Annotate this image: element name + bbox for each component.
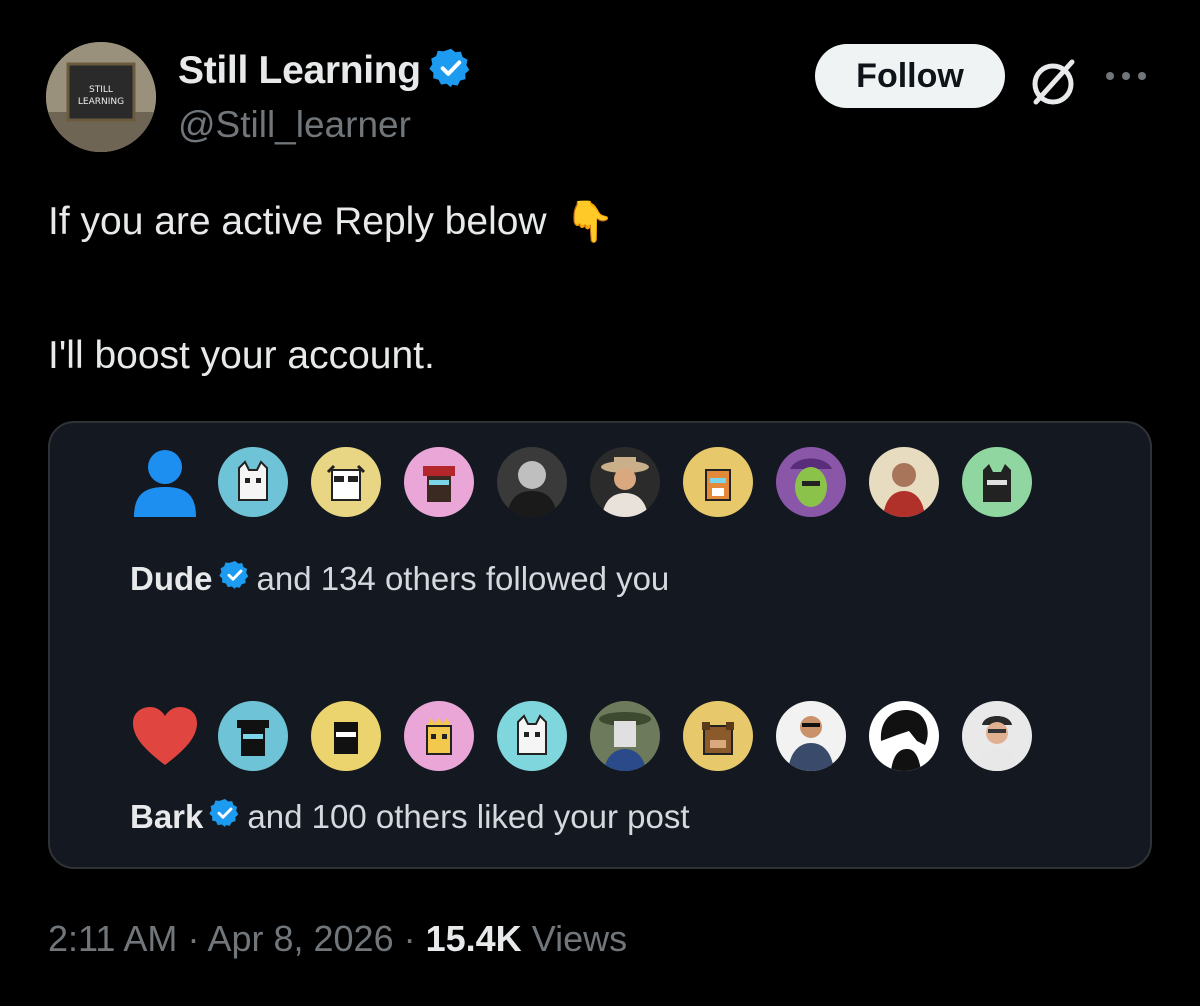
person-icon (128, 445, 202, 519)
views-count[interactable]: 15.4K (426, 918, 522, 959)
verified-badge-icon (429, 46, 473, 95)
more-options-icon[interactable] (1100, 66, 1152, 86)
follower-avatar (404, 447, 474, 517)
meta-separator: · (403, 918, 426, 959)
liker-avatars-row (128, 699, 1055, 773)
liker-avatar (497, 701, 567, 771)
liker-avatar (590, 701, 660, 771)
liker-avatar (218, 701, 288, 771)
post-line-1-text: If you are active Reply below (48, 199, 547, 243)
verified-badge-icon (209, 797, 241, 837)
author-avatar[interactable]: STILL LEARNING (46, 42, 156, 152)
follower-avatar (683, 447, 753, 517)
liker-avatar (776, 701, 846, 771)
follower-avatar (311, 447, 381, 517)
post-image-card[interactable]: Dude and 134 others followed you Bark an… (48, 421, 1152, 869)
follow-button[interactable]: Follow (815, 44, 1005, 108)
follow-notification-message: and 134 others followed you (256, 560, 670, 597)
liker-avatar (962, 701, 1032, 771)
follower-avatar (869, 447, 939, 517)
follower-avatar (497, 447, 567, 517)
like-notification-text: Bark and 100 others liked your post (130, 797, 690, 837)
post-date[interactable]: Apr 8, 2026 (207, 918, 393, 959)
author-display-name[interactable]: Still Learning (178, 49, 421, 93)
follower-avatars-row (128, 445, 1055, 519)
post-meta: 2:11 AM · Apr 8, 2026 · 15.4K Views (48, 918, 627, 960)
avatar-text-still: STILL (89, 85, 113, 95)
liker-avatar (404, 701, 474, 771)
meta-separator: · (187, 918, 208, 959)
liker-avatar (869, 701, 939, 771)
grok-icon[interactable] (1026, 54, 1082, 110)
liker-avatar (311, 701, 381, 771)
post-time[interactable]: 2:11 AM (48, 918, 177, 959)
post-text-line-1: If you are active Reply below 👇 (48, 198, 614, 245)
author-name-row[interactable]: Still Learning (178, 46, 473, 95)
pointing-down-emoji: 👇 (564, 200, 615, 244)
follow-notification-text: Dude and 134 others followed you (130, 559, 669, 599)
post-text-line-2: I'll boost your account. (48, 334, 435, 377)
follower-avatar (962, 447, 1032, 517)
like-notification-message: and 100 others liked your post (247, 798, 690, 835)
liker-avatar (683, 701, 753, 771)
heart-icon (128, 699, 202, 773)
liker-name: Bark (130, 798, 204, 835)
author-handle[interactable]: @Still_learner (178, 104, 411, 146)
follower-name: Dude (130, 560, 213, 597)
follower-avatar (218, 447, 288, 517)
follower-avatar (590, 447, 660, 517)
verified-badge-icon (218, 559, 251, 599)
views-label: Views (531, 918, 628, 959)
avatar-text-learning: LEARNING (78, 97, 124, 107)
follower-avatar (776, 447, 846, 517)
